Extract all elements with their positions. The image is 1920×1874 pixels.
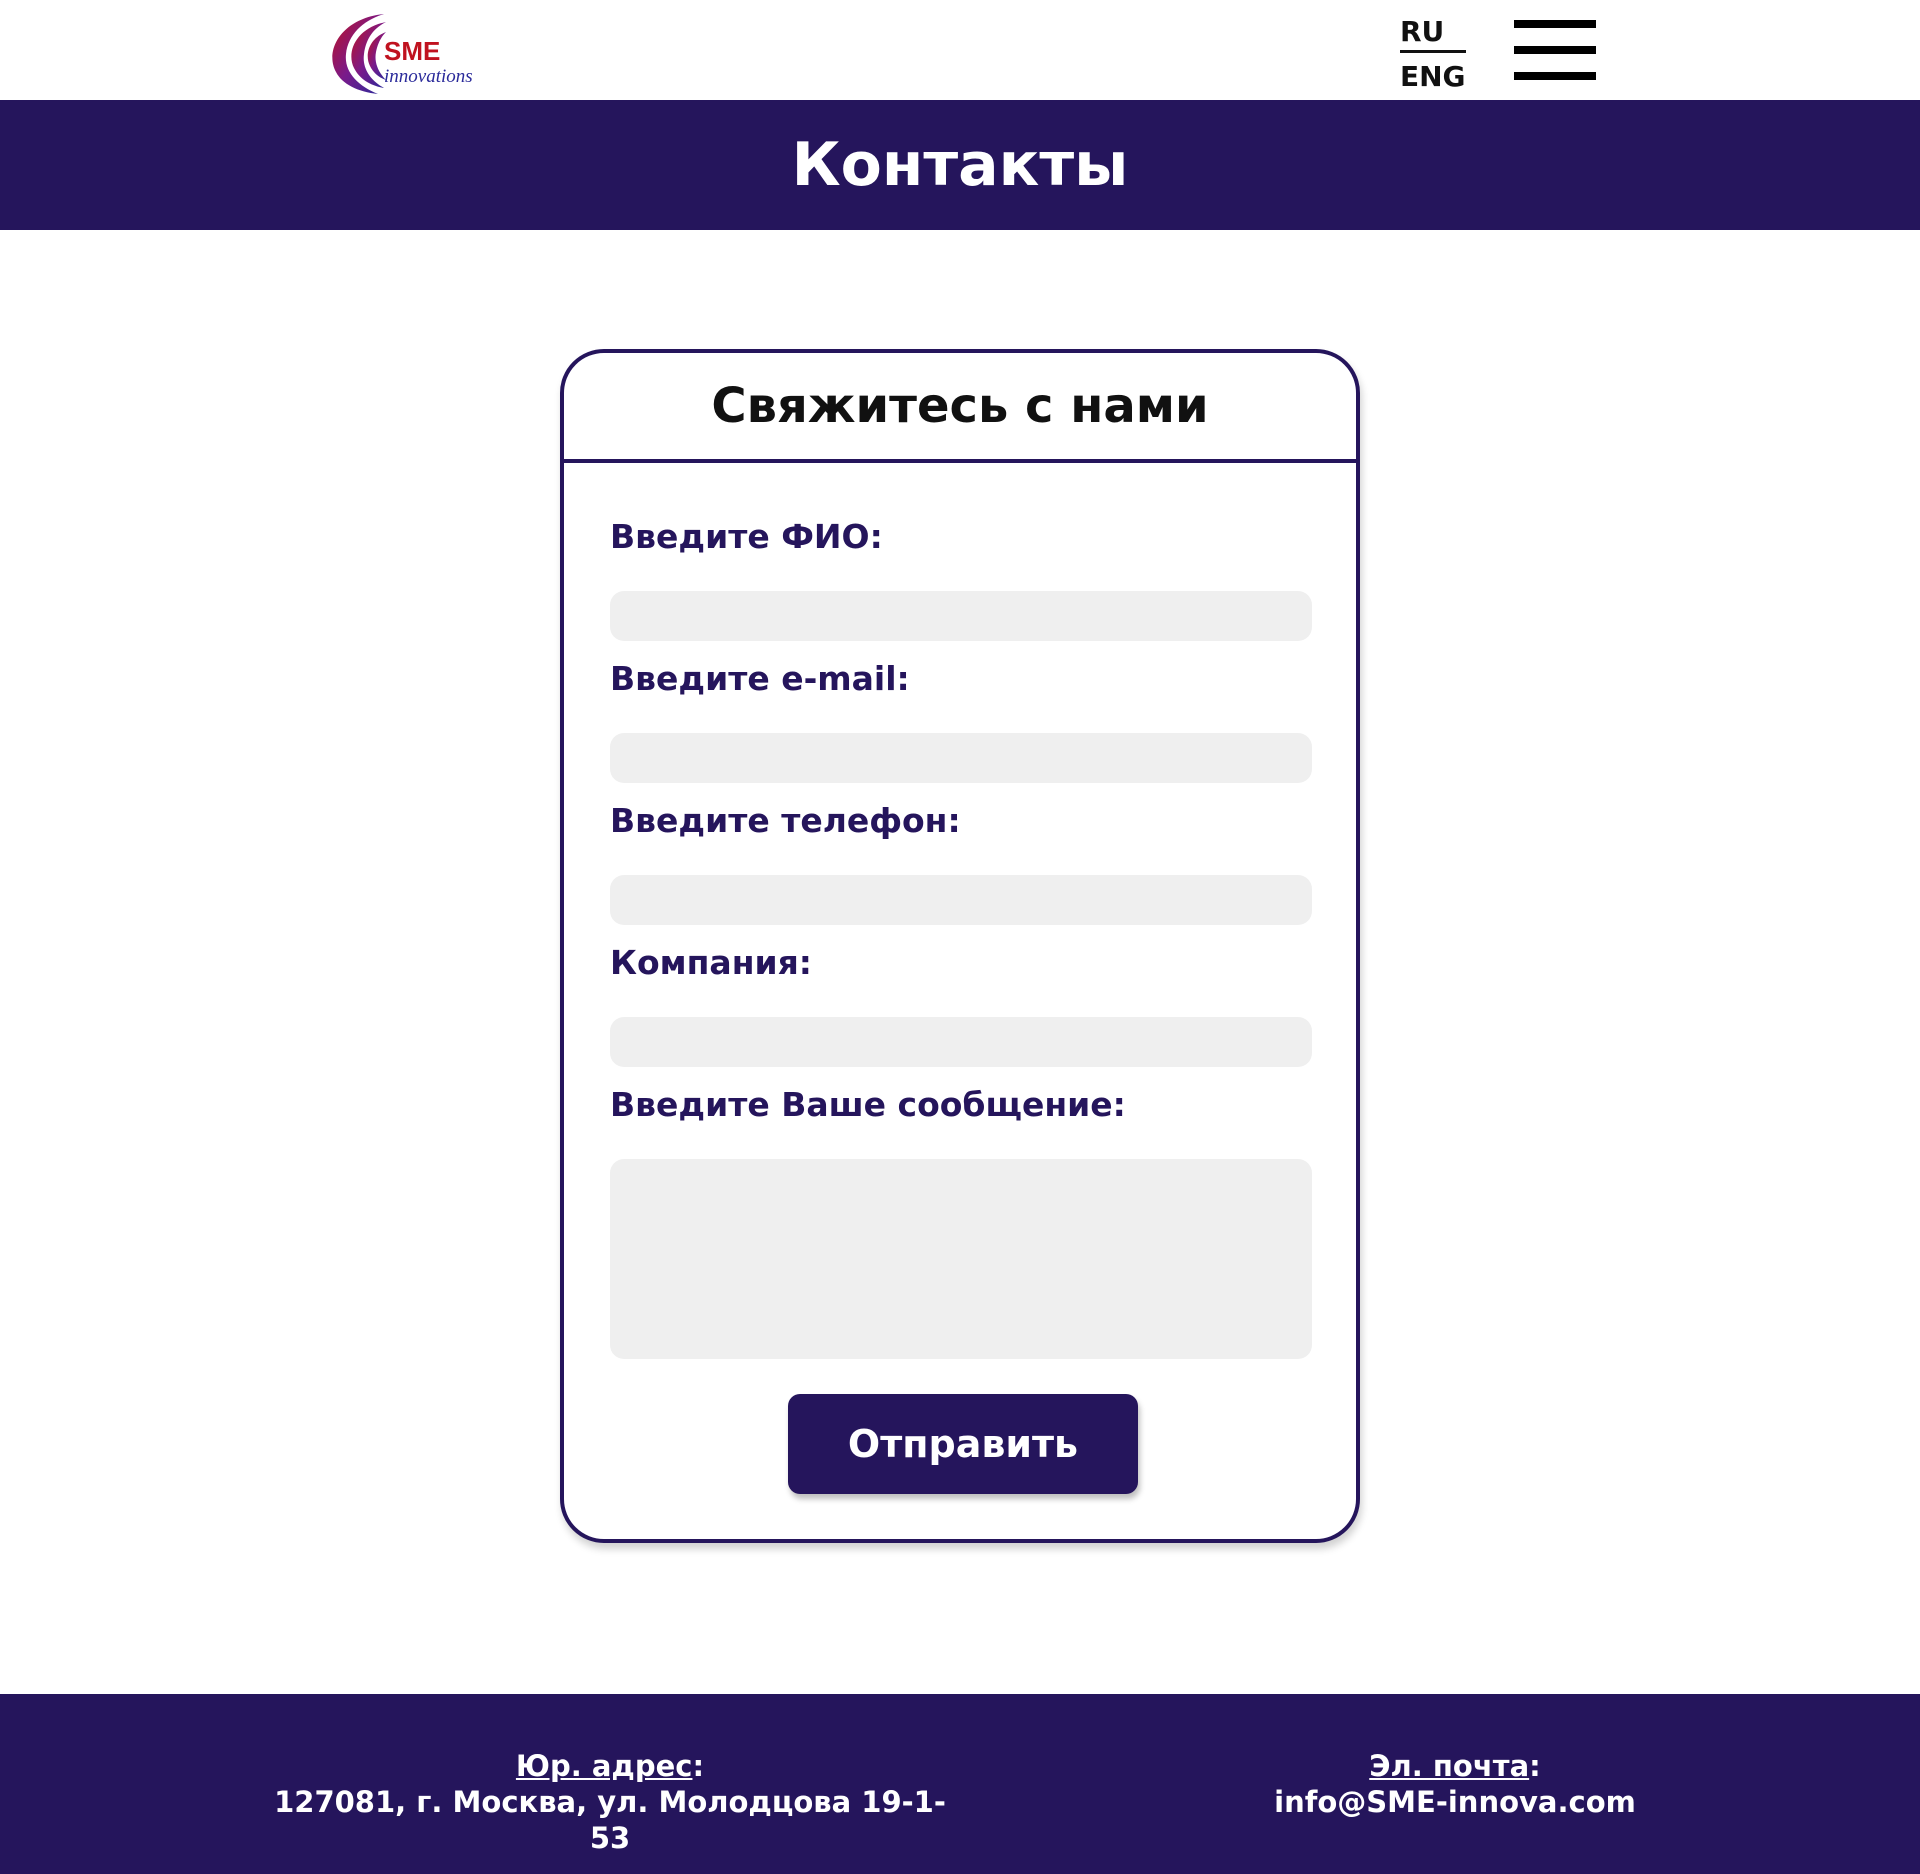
phone-label: Введите телефон: [610, 801, 961, 840]
page-title: Контакты [791, 130, 1129, 200]
name-input[interactable] [610, 591, 1312, 641]
contact-form-card: Свяжитесь с нами Введите ФИО: Введите e-… [560, 349, 1360, 1543]
top-bar: SME innovations RU ENG [0, 0, 1920, 100]
hamburger-menu-icon[interactable] [1514, 20, 1596, 80]
form-title: Свяжитесь с нами [711, 378, 1209, 434]
logo-brand-text: SME [384, 36, 441, 66]
menu-line [1514, 20, 1596, 28]
footer-address: Юр. адрес: 127081, г. Москва, ул. Молодц… [260, 1748, 960, 1856]
address-title-text: Юр. адрес [515, 1749, 693, 1783]
page-banner: Контакты [0, 100, 1920, 230]
company-field-group: Компания: [610, 942, 1312, 1067]
message-textarea[interactable] [610, 1159, 1312, 1359]
footer-email: Эл. почта: info@SME-innova.com [1230, 1748, 1680, 1820]
company-label: Компания: [610, 943, 812, 982]
name-field-group: Введите ФИО: [610, 516, 1312, 641]
message-field-group: Введите Ваше сообщение: [610, 1084, 1312, 1359]
lang-separator [1400, 50, 1466, 53]
lang-eng-link[interactable]: ENG [1400, 57, 1466, 97]
email-title-colon: : [1529, 1749, 1541, 1783]
submit-button[interactable]: Отправить [788, 1394, 1138, 1494]
email-title-text: Эл. почта [1369, 1749, 1530, 1783]
email-field-group: Введите e-mail: [610, 658, 1312, 783]
email-title: Эл. почта: [1230, 1748, 1680, 1784]
address-title-colon: : [692, 1749, 705, 1783]
company-input[interactable] [610, 1017, 1312, 1067]
address-value: 127081, г. Москва, ул. Молодцова 19-1-53 [274, 1785, 946, 1855]
phone-field-group: Введите телефон: [610, 800, 1312, 925]
name-label: Введите ФИО: [610, 517, 883, 556]
email-value-link[interactable]: info@SME-innova.com [1230, 1784, 1680, 1820]
message-label: Введите Ваше сообщение: [610, 1085, 1126, 1124]
menu-line [1514, 72, 1596, 80]
phone-input[interactable] [610, 875, 1312, 925]
company-logo[interactable]: SME innovations [322, 10, 482, 96]
address-title: Юр. адрес: [260, 1748, 960, 1784]
language-switcher: RU ENG [1400, 14, 1466, 97]
form-header: Свяжитесь с нами [564, 353, 1356, 463]
footer: Юр. адрес: 127081, г. Москва, ул. Молодц… [0, 1694, 1920, 1874]
menu-line [1514, 46, 1596, 54]
email-input[interactable] [610, 733, 1312, 783]
logo-swoosh-icon [332, 14, 386, 94]
logo-tagline-text: innovations [384, 66, 473, 87]
email-label: Введите e-mail: [610, 659, 910, 698]
lang-ru-link[interactable]: RU [1400, 14, 1466, 50]
